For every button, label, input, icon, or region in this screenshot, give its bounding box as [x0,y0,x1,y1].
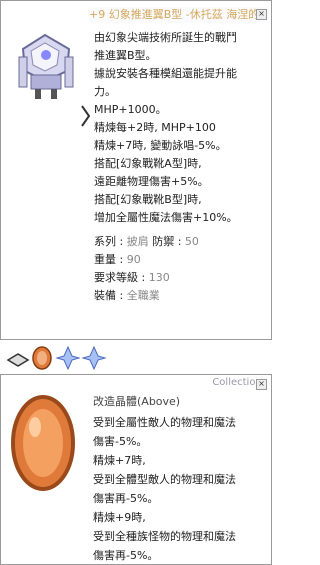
item-title: +9 幻象推進翼B型 -休托茲 海涅的 [89,7,269,23]
close-button[interactable]: × [256,9,267,20]
blue-crystal-slot-icon[interactable] [56,346,80,370]
card-name: 改造晶體(Above) [93,395,181,408]
orange-gem-icon [11,395,75,491]
card-line: 受到全種族怪物的物理和魔法 [93,530,236,543]
orange-gem-slot-icon[interactable] [30,346,54,370]
effect-line: 精煉每+2時, MHP+100 [94,121,216,134]
card-line: 傷害再-5%。 [93,492,159,505]
card-line: 受到全屬性敵人的物理和魔法 [93,416,236,429]
desc-line: 據說安裝各種模組還能提升能 [94,67,237,80]
card-line: 精煉+9時, [93,511,146,524]
desc-line: 推進翼B型。 [94,49,157,62]
effect-line: 搭配[幻象戰靴B型]時, [94,193,202,206]
effect-line: 搭配[幻象戰靴A型]時, [94,157,202,170]
blue-crystal-slot-icon[interactable] [82,346,106,370]
card-line: 精煉+7時, [93,454,146,467]
effect-line: MHP+1000。 [94,103,167,116]
card-line: 受到全體型敵人的物理和魔法 [93,473,236,486]
wing-mech-icon [18,33,74,99]
stat-required-level: 要求等級 : 130 [94,271,170,284]
card-slot-tray [0,342,272,374]
close-button[interactable]: × [256,379,267,390]
item-stats: 系列 : 披肩 防禦 : 50 重量 : 90 要求等級 : 130 裝備 : … [94,233,199,305]
effect-line: 遠距離物理傷害+5%。 [94,175,209,188]
cursor-arrow-icon [81,105,91,127]
card-line: 傷害-5%。 [93,435,148,448]
stat-type: 系列 : 披肩 防禦 : 50 [94,235,199,248]
stat-equip-class: 裝備 : 全職業 [94,289,160,302]
gem-slot-icon[interactable] [6,346,30,370]
effect-line: 增加全屬性魔法傷害+10%。 [94,211,238,224]
desc-line: 由幻象尖端技術所誕生的戰鬥 [94,31,237,44]
item-description: 由幻象尖端技術所誕生的戰鬥 推進翼B型。 據說安裝各種模組還能提升能 力。 MH… [94,29,264,227]
card-line: 傷害再-5%。 [93,549,159,562]
effect-line: 精煉+7時, 變動詠唱-5%。 [94,139,227,152]
stat-weight: 重量 : 90 [94,253,141,266]
card-info-window: Collections × 改造晶體(Above) 受到全屬性敵人的物理和魔法 … [0,374,272,565]
item-info-window: +9 幻象推進翼B型 -休托茲 海涅的 × 由幻象尖端技術所誕生的戰鬥 推進翼B… [0,0,272,340]
desc-line: 力。 [94,85,116,98]
card-description: 受到全屬性敵人的物理和魔法 傷害-5%。 精煉+7時, 受到全體型敵人的物理和魔… [93,413,268,564]
